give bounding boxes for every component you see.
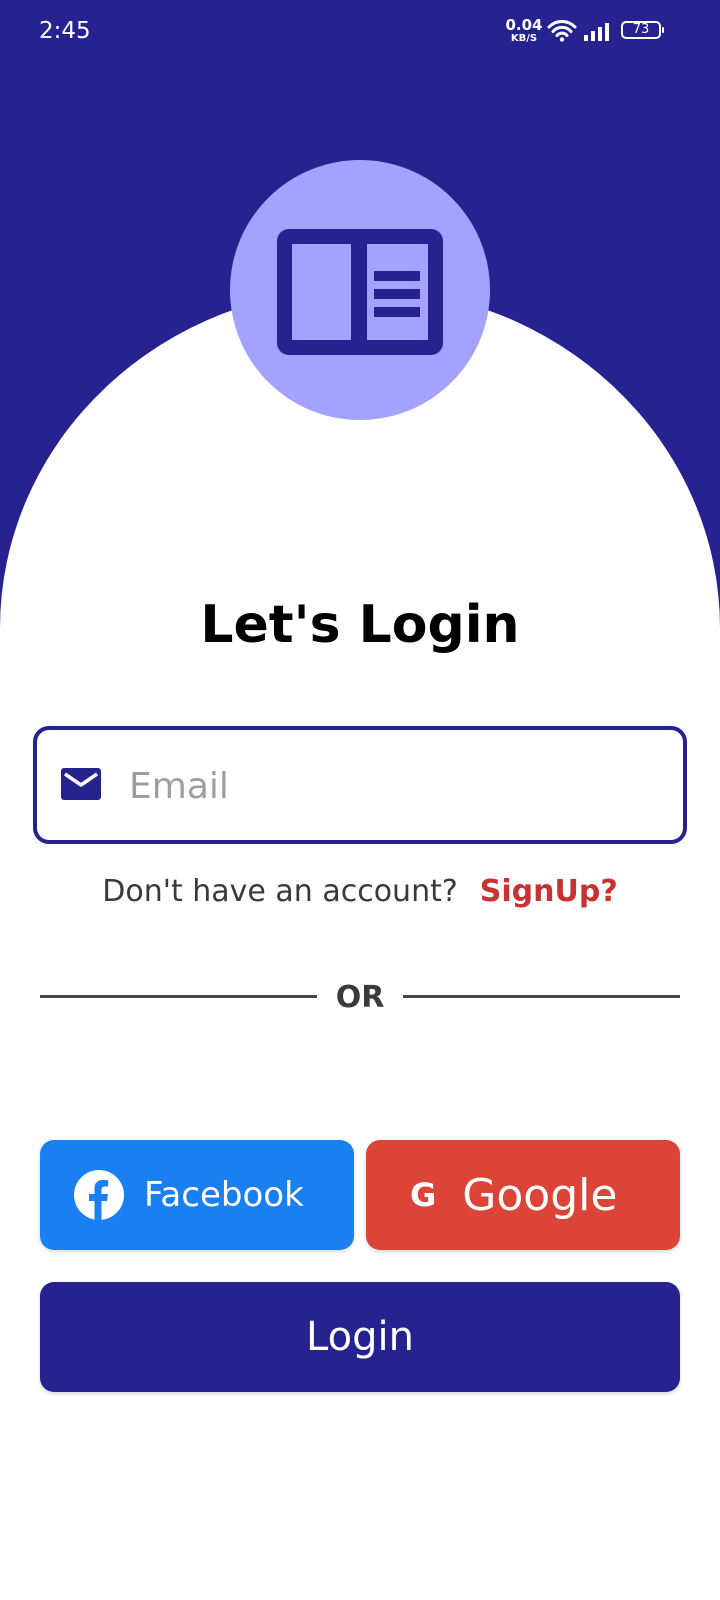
- page-title: Let's Login: [200, 595, 520, 655]
- divider-or: OR: [335, 980, 385, 1015]
- signup-link[interactable]: SignUp?: [480, 874, 618, 909]
- google-login-button[interactable]: G Google: [366, 1140, 680, 1250]
- wifi-icon: [547, 20, 577, 42]
- facebook-icon: [74, 1170, 124, 1220]
- network-speed: 0.04 KB/S: [505, 18, 543, 44]
- mail-icon: [61, 768, 101, 800]
- signup-row: Don't have an account? SignUp?: [0, 870, 720, 914]
- login-label: Login: [306, 1314, 414, 1360]
- app-logo: [230, 160, 490, 420]
- login-button[interactable]: Login: [40, 1282, 680, 1392]
- battery-icon: 73: [621, 21, 664, 39]
- facebook-label: Facebook: [144, 1175, 304, 1215]
- network-speed-value: 0.04: [505, 16, 543, 34]
- facebook-login-button[interactable]: Facebook: [40, 1140, 354, 1250]
- status-icons: 0.04 KB/S 73: [505, 18, 695, 48]
- divider-line-left: [40, 995, 317, 998]
- content-card: [0, 288, 720, 1600]
- signal-icon: [584, 23, 609, 41]
- status-bar: 2:45 0.04 KB/S 73: [0, 0, 720, 64]
- email-field[interactable]: [33, 726, 687, 844]
- google-label: Google: [462, 1169, 618, 1221]
- network-speed-unit: KB/S: [510, 33, 538, 44]
- divider-line-right: [403, 995, 680, 998]
- signup-prompt: Don't have an account?: [102, 874, 458, 909]
- status-time: 2:45: [39, 18, 91, 44]
- google-icon: G: [410, 1176, 437, 1214]
- book-open-icon: [277, 229, 443, 355]
- email-input[interactable]: [127, 750, 651, 822]
